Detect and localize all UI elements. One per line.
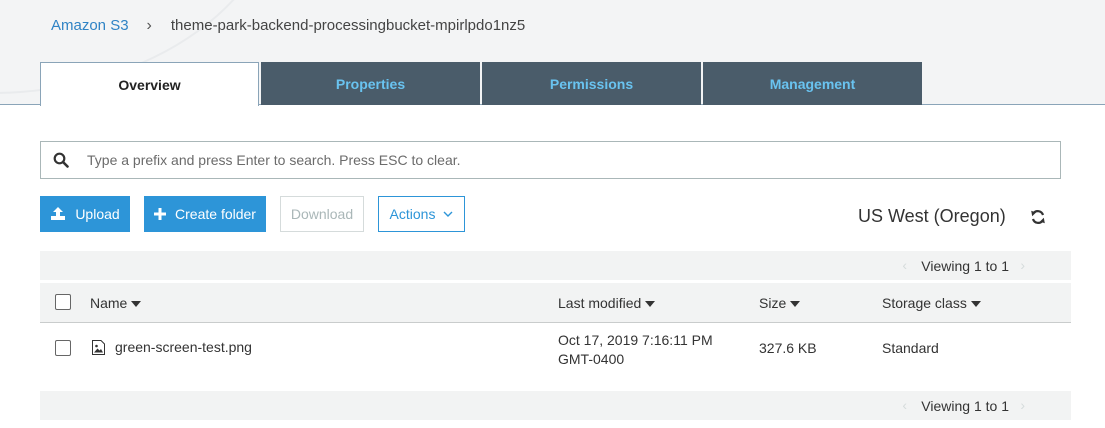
size-cell: 327.6 KB	[759, 340, 817, 356]
image-file-icon	[92, 339, 105, 355]
create-folder-label: Create folder	[175, 206, 256, 222]
refresh-icon[interactable]	[1030, 209, 1046, 225]
upload-icon	[50, 207, 66, 221]
tab-permissions[interactable]: Permissions	[482, 62, 701, 105]
last-modified-timezone: GMT-0400	[558, 351, 625, 367]
viewing-count-bottom: Viewing 1 to 1	[921, 398, 1009, 414]
tab-overview[interactable]: Overview	[40, 62, 259, 106]
column-size-label: Size	[759, 295, 787, 311]
plus-icon	[154, 208, 167, 220]
sort-caret-icon	[790, 300, 801, 307]
storage-class-cell: Standard	[882, 340, 939, 356]
search-icon	[53, 152, 69, 168]
table-header: Name Last modified Size Storage class	[40, 283, 1071, 323]
search-input[interactable]	[85, 151, 989, 169]
sort-caret-icon	[131, 300, 142, 307]
create-folder-button[interactable]: Create folder	[144, 196, 266, 232]
region-label: US West (Oregon)	[858, 206, 1006, 226]
column-storage-class-label: Storage class	[882, 295, 967, 311]
file-name-link[interactable]: green-screen-test.png	[92, 339, 252, 355]
last-modified-date: Oct 17, 2019 7:16:11 PM	[558, 332, 713, 348]
row-checkbox[interactable]	[55, 340, 71, 356]
next-page-icon[interactable]: ›	[1020, 257, 1025, 273]
tab-bar: Overview Properties Permissions Manageme…	[40, 62, 924, 106]
chevron-right-icon: ›	[146, 17, 152, 34]
pagination-bar-top: ‹ Viewing 1 to 1 ›	[40, 251, 1071, 280]
pagination-bar-bottom: ‹ Viewing 1 to 1 ›	[40, 391, 1071, 420]
upload-label: Upload	[75, 206, 120, 222]
sort-caret-icon	[645, 300, 656, 307]
previous-page-icon[interactable]: ‹	[902, 257, 907, 273]
select-all-checkbox[interactable]	[55, 294, 71, 310]
upload-button[interactable]: Upload	[40, 196, 130, 232]
previous-page-icon[interactable]: ‹	[902, 397, 907, 413]
actions-label: Actions	[389, 206, 436, 222]
download-label: Download	[290, 206, 354, 222]
search-box	[40, 141, 1061, 179]
viewing-count-top: Viewing 1 to 1	[921, 258, 1009, 274]
breadcrumb-bucket-name: theme-park-backend-processingbucket-mpir…	[170, 17, 526, 34]
actions-dropdown-button[interactable]: Actions	[378, 196, 465, 232]
column-last-modified-header[interactable]: Last modified	[558, 295, 656, 311]
breadcrumb: Amazon S3 › theme-park-backend-processin…	[51, 17, 525, 35]
file-name: green-screen-test.png	[115, 339, 252, 355]
column-last-modified-label: Last modified	[558, 295, 642, 311]
table-row: green-screen-test.png Oct 17, 2019 7:16:…	[40, 323, 1071, 375]
download-button[interactable]: Download	[280, 196, 364, 232]
last-modified-cell: Oct 17, 2019 7:16:11 PM GMT-0400	[558, 331, 713, 369]
column-size-header[interactable]: Size	[759, 295, 801, 311]
chevron-down-icon	[443, 211, 453, 217]
column-name-header[interactable]: Name	[90, 295, 142, 311]
breadcrumb-amazon-s3-link[interactable]: Amazon S3	[51, 17, 129, 35]
next-page-icon[interactable]: ›	[1020, 397, 1025, 413]
column-storage-class-header[interactable]: Storage class	[882, 295, 981, 311]
column-name-label: Name	[90, 295, 128, 311]
tab-properties[interactable]: Properties	[261, 62, 480, 105]
tab-management[interactable]: Management	[703, 62, 922, 105]
sort-caret-icon	[970, 300, 981, 307]
